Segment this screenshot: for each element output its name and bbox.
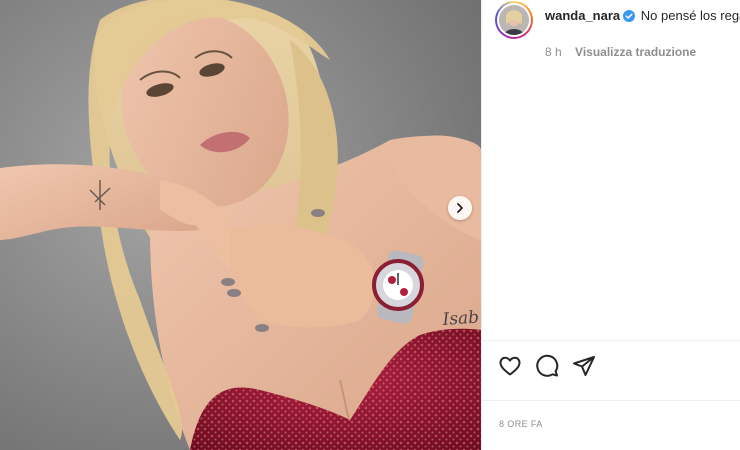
post-image: Isab <box>0 0 481 450</box>
divider <box>482 400 740 401</box>
paper-plane-icon[interactable] <box>572 354 596 378</box>
verified-badge-icon <box>623 10 636 22</box>
divider <box>482 340 740 341</box>
avatar[interactable] <box>495 1 533 39</box>
chevron-right-icon <box>457 203 463 213</box>
post-photo[interactable]: Isab <box>0 0 481 450</box>
caption-meta: 8 h Visualizza traduzione <box>545 45 696 59</box>
post-actions <box>498 354 596 378</box>
post-age: 8 h <box>545 45 562 59</box>
caption-text: No pensé los regalos que me acordaba que… <box>640 8 740 23</box>
post-caption: wanda_nara No pensé los regalos que me a… <box>545 6 740 25</box>
heart-icon[interactable] <box>498 354 522 378</box>
carousel-next-button[interactable] <box>448 196 472 220</box>
post-sidebar: wanda_nara No pensé los regalos que me a… <box>481 0 740 450</box>
tattoo-text: Isab <box>441 307 480 330</box>
profile-picture-icon <box>499 5 529 35</box>
see-translation-link[interactable]: Visualizza traduzione <box>575 45 696 59</box>
post-timestamp: 8 ORE FA <box>499 419 543 429</box>
avatar-image <box>499 5 529 35</box>
username-link[interactable]: wanda_nara <box>545 8 620 23</box>
comment-icon[interactable] <box>535 354 559 378</box>
